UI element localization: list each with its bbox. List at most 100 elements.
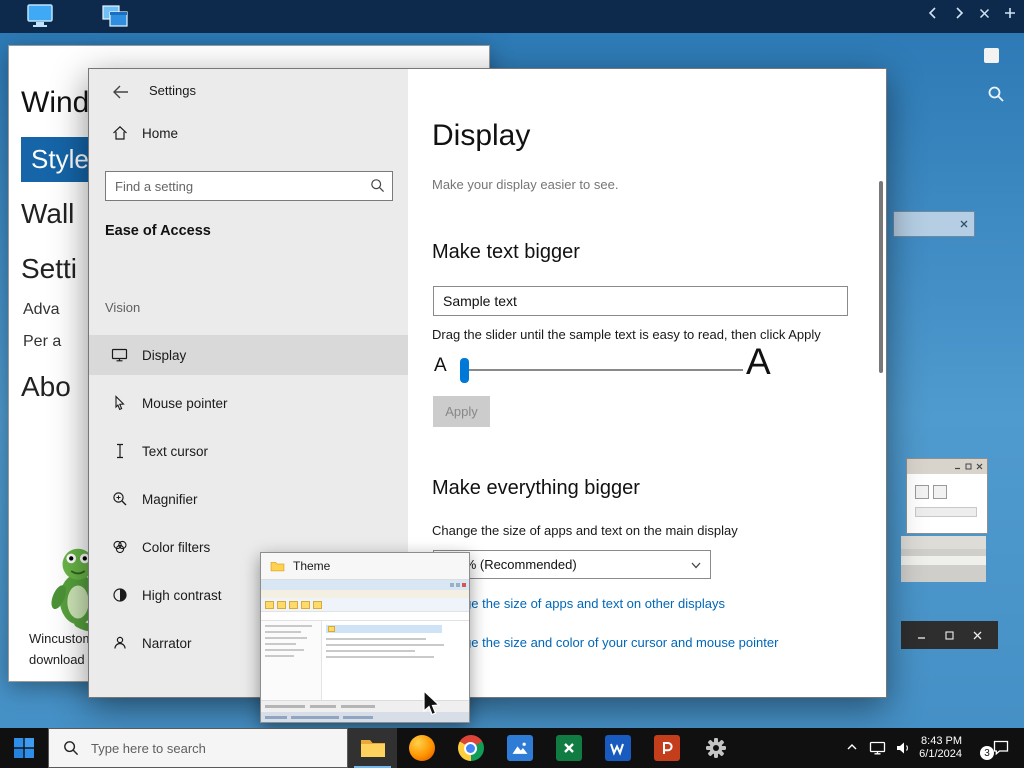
app-title-partial: Wind [21,86,90,119]
text-cursor-icon [111,443,128,459]
link-other-displays[interactable]: Change the size of apps and text on othe… [433,596,725,611]
folder-icon [270,560,285,572]
fragment-dark-titlebar [901,621,998,649]
mouse-cursor [422,690,442,718]
theme-window-titlebar[interactable]: Theme [261,553,469,579]
nav-item-about[interactable]: Abo [21,371,71,403]
taskbar-search-input[interactable] [89,739,313,757]
preview-swatch [915,485,929,499]
nav-item-per-app[interactable]: Per a [23,333,61,351]
firefox-icon [408,735,435,761]
fragment-gray-panel [901,536,986,582]
mascot-caption-line2: download [29,652,85,667]
magnifier-icon [111,491,128,507]
taskbar-firefox[interactable] [397,728,446,768]
taskbar: 8:43 PM 6/1/2024 3 [0,728,1024,768]
sidebar-item-label: Text cursor [142,443,209,459]
volume-icon[interactable] [895,740,912,756]
back-button[interactable] [107,79,133,105]
maximize-icon[interactable] [965,463,972,470]
sidebar-item-display[interactable]: Display [89,335,408,375]
home-icon [111,125,128,141]
tray-clock[interactable]: 8:43 PM 6/1/2024 [919,735,962,761]
gear-icon [705,738,726,758]
powerpoint-icon [653,735,680,761]
taskbar-apps [348,728,740,768]
sample-text-box: Sample text [433,286,848,316]
color-filters-icon [111,539,128,555]
photos-icon [506,735,533,761]
fragment-preview-window [906,458,988,534]
display-icon [111,347,128,363]
taskbar-chrome[interactable] [446,728,495,768]
close-icon[interactable] [960,220,968,228]
link-cursor-pointer[interactable]: Change the size and color of your cursor… [433,635,778,650]
sidebar-item-label: Narrator [142,635,192,651]
fragment-search-icon[interactable] [987,85,1005,103]
narrator-icon [111,635,128,651]
minimize-icon[interactable] [917,631,926,640]
tray-hidden-icons-chevron[interactable] [845,740,859,754]
start-button[interactable] [0,728,48,768]
make-text-bigger-heading: Make text bigger [432,241,580,263]
sidebar-item-home[interactable]: Home [111,125,178,141]
chrome-icon [457,735,484,761]
search-icon[interactable] [370,178,385,193]
apply-button[interactable]: Apply [433,396,490,427]
taskbar-word[interactable] [593,728,642,768]
theme-window-title: Theme [293,559,331,573]
slider-large-label: A [746,341,771,382]
text-size-slider-handle[interactable] [460,358,469,383]
sidebar-item-magnifier[interactable]: Magnifier [89,479,408,519]
sidebar-item-label: Mouse pointer [142,395,228,411]
nav-item-settings[interactable]: Setti [21,253,77,285]
minimize-icon[interactable] [954,463,961,470]
search-input[interactable] [105,171,393,201]
network-icon[interactable] [869,740,886,756]
word-icon [604,735,631,761]
taskbar-photos[interactable] [495,728,544,768]
notification-badge: 3 [980,746,994,760]
nav-item-advanced[interactable]: Adva [23,301,59,319]
sidebar-section-heading: Ease of Access [105,223,211,239]
sidebar-item-label: Color filters [142,539,211,555]
vm-add-icon[interactable] [1004,7,1016,19]
scale-dropdown[interactable]: 100% (Recommended) [433,550,711,579]
vm-monitor-icon[interactable] [26,3,54,29]
taskbar-settings[interactable] [691,728,740,768]
scrollbar-thumb[interactable] [879,181,883,373]
fragment-combobox[interactable] [893,211,975,237]
vm-forward-icon[interactable] [953,7,965,19]
preview-swatch [933,485,947,499]
page-subtitle: Make your display easier to see. [432,177,619,192]
windows-logo-icon [14,738,34,758]
close-icon[interactable] [973,631,982,640]
nav-item-wallpaper[interactable]: Wall [21,198,74,230]
tray-date: 6/1/2024 [919,748,962,760]
make-everything-bigger-heading: Make everything bigger [432,477,640,499]
taskbar-file-explorer[interactable] [348,728,397,768]
high-contrast-icon [111,587,128,603]
scale-caption: Change the size of apps and text on the … [432,523,738,538]
vm-windows-icon[interactable] [100,3,130,29]
sidebar-item-mouse-pointer[interactable]: Mouse pointer [89,383,408,423]
sidebar-item-text-cursor[interactable]: Text cursor [89,431,408,471]
search-icon [63,740,79,756]
sidebar-item-label: Display [142,347,187,363]
window-title: Settings [149,83,196,98]
taskbar-powerpoint[interactable] [642,728,691,768]
maximize-icon[interactable] [945,630,954,640]
slider-small-label: A [434,355,447,376]
vm-back-icon[interactable] [927,7,939,19]
taskbar-search[interactable] [48,728,348,768]
sidebar-item-label: Magnifier [142,491,198,507]
text-size-slider-track[interactable] [461,369,743,371]
vm-close-icon[interactable] [979,8,990,19]
mascot-caption-line1: Wincustom [29,631,94,646]
close-icon[interactable] [976,463,983,470]
slider-instruction: Drag the slider until the sample text is… [432,327,821,342]
desktop-screen: Wind Style Wall Setti Adva Per a Abo Win… [0,0,1024,768]
action-center-icon[interactable] [992,738,1010,756]
fragment-titlebar [907,459,987,474]
taskbar-excel[interactable] [544,728,593,768]
